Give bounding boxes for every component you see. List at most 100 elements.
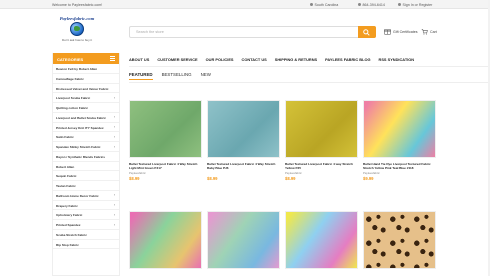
site-logo[interactable]: Payleesfabric.com Don't ask how to buy i… — [54, 15, 100, 49]
sidebar-item-label: Scuba Stretch Fabric — [56, 232, 87, 237]
sidebar-item[interactable]: Upholstery Fabric › — [53, 210, 119, 220]
nav-item[interactable]: OUR POLICIES — [206, 54, 234, 65]
product-image[interactable] — [129, 100, 202, 158]
sidebar-item[interactable]: Camouflage Fabric — [53, 74, 119, 84]
sidebar-item[interactable]: Beacon Felt by Robert Allen — [53, 64, 119, 74]
chevron-right-icon: › — [113, 203, 115, 207]
logo-brand: Payleesfabric.com — [59, 16, 95, 21]
gift-icon — [384, 29, 391, 35]
product-brand: Payleesfabric — [363, 170, 380, 175]
product-title[interactable]: Bullet Textured Liverpool Fabric 4 Way S… — [129, 162, 202, 170]
product-card[interactable] — [129, 211, 202, 269]
sidebar-item-label: Beacon Felt by Robert Allen — [56, 67, 98, 71]
gift-label[interactable]: Gift Certificates — [393, 30, 418, 34]
product-image[interactable] — [285, 100, 358, 158]
product-brand — [207, 171, 280, 175]
location-label: South Carolina — [314, 2, 339, 7]
product-card[interactable]: Bullet Textured Liverpool Fabric 4 Way S… — [129, 100, 202, 181]
sidebar-item[interactable]: Robert Allen — [53, 162, 119, 172]
chevron-right-icon: › — [113, 212, 115, 217]
phone: 864-394-6414 — [358, 3, 385, 7]
cart-label[interactable]: Cart — [430, 30, 437, 34]
categories-header[interactable]: CATEGORIES — [53, 53, 119, 64]
account-link[interactable]: Sign In or Register — [398, 3, 432, 7]
category-sidebar: CATEGORIES Beacon Felt by Robert Allen Ca… — [52, 53, 120, 276]
phone-label: 864-394-6414 — [362, 2, 385, 7]
nav-item[interactable]: RSS SYNDICATION — [379, 54, 415, 65]
nav-item[interactable]: CUSTOMER SERVICE — [157, 54, 197, 65]
sidebar-item-label: Robert Allen — [56, 164, 75, 169]
chevron-right-icon: › — [113, 95, 115, 100]
sidebar-item-label: Printed Jersey Knit ITY Spandex — [56, 125, 104, 130]
location-pin-icon — [310, 3, 313, 6]
user-icon — [398, 3, 401, 6]
tab-new[interactable]: NEW — [201, 72, 211, 80]
nav-item[interactable]: SHIPPING & RETURNS — [275, 54, 317, 65]
sidebar-item-label: Camouflage Fabric — [56, 76, 84, 81]
sidebar-item[interactable]: Sequin Fabric — [53, 171, 119, 181]
tab-divider — [129, 82, 489, 83]
product-image[interactable] — [363, 100, 436, 158]
sidebar-item[interactable]: Quilting cotton Fabric — [53, 103, 119, 113]
product-card[interactable] — [285, 211, 358, 269]
search-icon — [363, 28, 370, 36]
product-price: $8.99 — [207, 176, 218, 181]
sidebar-item-label: Quilting cotton Fabric — [56, 106, 89, 110]
sidebar-item[interactable]: Distressed Velvet and Velour Fabric — [53, 84, 119, 94]
logo-tagline: Don't ask how to buy it — [61, 38, 93, 42]
product-title[interactable]: Bullet Hand Tie Dye Liverpool Textured F… — [363, 162, 436, 170]
nav-item[interactable]: PAYLEES FABRIC BLOG — [325, 54, 370, 65]
sidebar-item[interactable]: Liverpool and Bullet Scuba Fabric › — [53, 113, 119, 123]
nav-item[interactable]: ABOUT US — [129, 54, 149, 65]
product-image[interactable] — [207, 100, 280, 158]
sidebar-item[interactable]: Rayon / Synthetic Blends Fabrics — [53, 152, 119, 162]
search-input[interactable]: Search the store — [136, 30, 164, 34]
product-image[interactable] — [285, 211, 358, 269]
sidebar-item-label: Ballroom Home Decor Fabric — [56, 193, 99, 198]
sidebar-item[interactable]: Satin Fabric › — [53, 132, 119, 142]
sidebar-item[interactable]: Printed Spandex › — [53, 220, 119, 230]
sidebar-item[interactable]: Liverpool Scuba Fabric › — [53, 93, 119, 103]
product-image[interactable] — [129, 211, 202, 269]
product-price: $8.99 — [129, 176, 140, 181]
product-tabs: FEATURED BESTSELLING NEW — [129, 72, 211, 80]
product-title[interactable]: Bullet Textured Liverpool Fabric 4 way S… — [285, 162, 358, 170]
account-label[interactable]: Sign In or Register — [403, 3, 433, 7]
sidebar-item-label: Satin Fabric — [56, 135, 74, 140]
chevron-right-icon: › — [113, 193, 115, 198]
gift-certificates-link[interactable]: Gift Certificates — [384, 28, 418, 35]
chevron-right-icon: › — [113, 125, 115, 129]
location: South Carolina — [310, 3, 338, 7]
product-card[interactable] — [363, 211, 436, 269]
tab-bestselling[interactable]: BESTSELLING — [162, 72, 192, 80]
product-card[interactable]: Bullet Textured Liverpool Fabric 4 way S… — [285, 100, 358, 181]
cart-link[interactable]: Cart — [421, 28, 437, 35]
tab-featured[interactable]: FEATURED — [129, 72, 153, 80]
product-card[interactable]: Bullet Hand Tie Dye Liverpool Textured F… — [363, 100, 436, 181]
sidebar-item[interactable]: Printed Jersey Knit ITY Spandex › — [53, 123, 119, 133]
nav-item[interactable]: CONTACT US — [242, 54, 267, 65]
product-brand: Payleesfabric — [285, 170, 302, 175]
sidebar-item[interactable]: Taslan Fabric — [53, 181, 119, 191]
product-price: $9.99 — [363, 176, 374, 181]
product-image[interactable] — [207, 211, 280, 269]
search-button[interactable] — [358, 26, 376, 38]
sidebar-item[interactable]: Scuba Stretch Fabric — [53, 230, 119, 240]
product-card[interactable] — [207, 211, 280, 269]
sidebar-item[interactable]: Rip Stop Fabric — [53, 240, 119, 250]
chevron-right-icon: › — [113, 222, 115, 227]
sidebar-item[interactable]: Ballroom Home Decor Fabric › — [53, 191, 119, 201]
hamburger-icon — [110, 56, 115, 61]
sidebar-item[interactable]: Drapery Fabric › — [53, 201, 119, 211]
product-title[interactable]: Bullet Textured Liverpool Fabric 4 Way S… — [207, 162, 280, 170]
product-brand: Payleesfabric — [129, 170, 146, 175]
product-price: $8.99 — [285, 176, 296, 181]
sidebar-item-label: Printed Spandex — [56, 223, 81, 227]
categories-title: CATEGORIES — [57, 56, 84, 62]
sidebar-item[interactable]: Spandex Slinky Stretch Fabric › — [53, 142, 119, 152]
product-card[interactable]: Bullet Textured Liverpool Fabric 4 Way S… — [207, 100, 280, 181]
phone-icon — [358, 3, 361, 6]
product-image[interactable] — [363, 211, 436, 269]
sidebar-item-label: Upholstery Fabric — [56, 213, 83, 218]
sidebar-item-label: Drapery Fabric — [56, 203, 78, 208]
